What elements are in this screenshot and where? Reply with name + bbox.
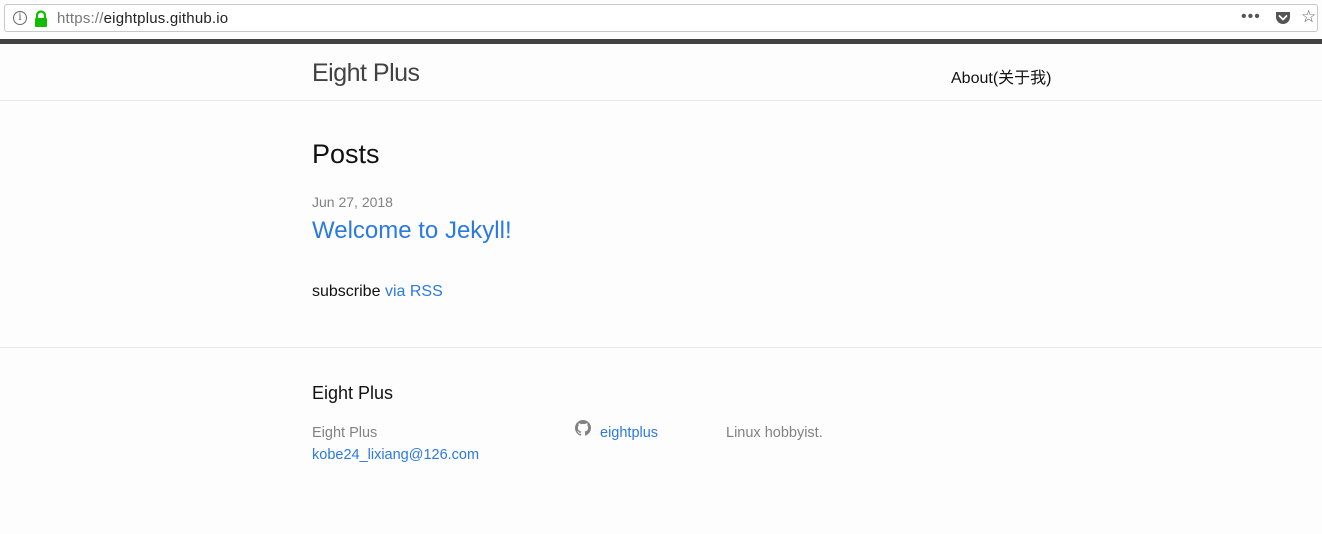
- post-title-link[interactable]: Welcome to Jekyll!: [312, 217, 512, 245]
- site-footer: Eight Plus Eight Plus kobe24_lixiang@126…: [0, 347, 1322, 534]
- star-icon[interactable]: ☆: [1301, 7, 1316, 27]
- github-icon[interactable]: [575, 420, 591, 436]
- footer-email-link[interactable]: kobe24_lixiang@126.com: [312, 447, 479, 463]
- rss-link[interactable]: via RSS: [385, 283, 443, 300]
- footer-description: Linux hobbyist.: [726, 425, 823, 441]
- address-bar[interactable]: i https://eightplus.github.io ••• ☆: [4, 4, 1318, 32]
- menu-dots-icon[interactable]: •••: [1241, 8, 1261, 26]
- rss-subscribe: subscribe via RSS: [312, 283, 443, 301]
- url-host: eightplus.github.io: [103, 10, 229, 27]
- rss-prefix: subscribe: [312, 283, 381, 300]
- github-username-link[interactable]: eightplus: [600, 425, 658, 441]
- url-scheme: https://: [57, 10, 104, 27]
- site-title-link[interactable]: Eight Plus: [312, 59, 420, 88]
- info-icon[interactable]: i: [13, 11, 27, 25]
- footer-name: Eight Plus: [312, 425, 378, 441]
- nav-item-about[interactable]: About(关于我): [951, 64, 1051, 88]
- pocket-icon[interactable]: [1275, 11, 1291, 26]
- footer-heading: Eight Plus: [312, 383, 394, 403]
- url-text[interactable]: https://eightplus.github.io: [57, 10, 228, 27]
- post-date: Jun 27, 2018: [312, 194, 393, 210]
- lock-icon[interactable]: [33, 10, 49, 28]
- site-header: Eight Plus About(关于我): [0, 44, 1322, 101]
- browser-url-bar: i https://eightplus.github.io ••• ☆: [0, 0, 1322, 39]
- page-heading: Posts: [312, 139, 380, 169]
